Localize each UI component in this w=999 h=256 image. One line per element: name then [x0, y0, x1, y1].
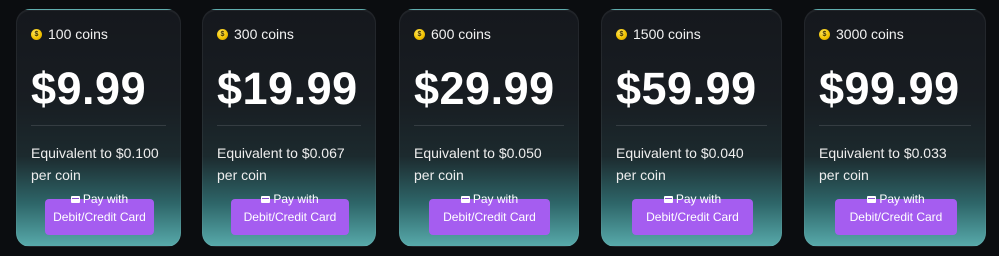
divider	[616, 125, 767, 126]
divider	[31, 125, 166, 126]
coins-label: 600 coins	[431, 26, 491, 42]
plan-price: $29.99	[414, 63, 555, 114]
credit-card-icon	[867, 196, 877, 203]
pay-with-card-button[interactable]: Pay with Debit/Credit Card	[45, 192, 154, 235]
coins-amount: $ 3000 coins	[819, 26, 904, 42]
per-coin-equivalent: Equivalent to $0.050 per coin	[414, 145, 542, 183]
credit-card-icon	[261, 196, 271, 203]
credit-card-icon	[70, 196, 80, 203]
divider	[414, 125, 564, 126]
pay-with-card-button[interactable]: Pay with Debit/Credit Card	[835, 192, 957, 235]
plan-price: $59.99	[616, 63, 757, 114]
pay-button-label: Pay with Debit/Credit Card	[443, 192, 536, 224]
plan-card-300-coins: $ 300 coins $19.99 Equivalent to $0.067 …	[202, 9, 376, 247]
per-coin-equivalent: Equivalent to $0.040 per coin	[616, 145, 744, 183]
coins-amount: $ 1500 coins	[616, 26, 701, 42]
plan-card-1500-coins: $ 1500 coins $59.99 Equivalent to $0.040…	[601, 9, 782, 247]
coin-icon: $	[217, 28, 228, 40]
pay-button-label: Pay with Debit/Credit Card	[849, 192, 943, 224]
per-coin-equivalent: Equivalent to $0.067 per coin	[217, 145, 345, 183]
coins-label: 1500 coins	[633, 26, 701, 42]
plan-card-100-coins: $ 100 coins $9.99 Equivalent to $0.100 p…	[16, 9, 181, 247]
coins-label: 3000 coins	[836, 26, 904, 42]
divider	[217, 125, 361, 126]
coins-label: 300 coins	[234, 26, 294, 42]
coins-amount: $ 600 coins	[414, 26, 491, 42]
pay-with-card-button[interactable]: Pay with Debit/Credit Card	[429, 192, 550, 235]
credit-card-icon	[460, 196, 470, 203]
coin-icon: $	[616, 28, 627, 40]
pricing-plans: $ 100 coins $9.99 Equivalent to $0.100 p…	[0, 0, 999, 256]
per-coin-equivalent: Equivalent to $0.033 per coin	[819, 145, 947, 183]
plan-card-600-coins: $ 600 coins $29.99 Equivalent to $0.050 …	[399, 9, 579, 247]
coins-label: 100 coins	[48, 26, 108, 42]
pay-with-card-button[interactable]: Pay with Debit/Credit Card	[231, 192, 349, 235]
plan-price: $19.99	[217, 63, 358, 114]
pay-button-label: Pay with Debit/Credit Card	[243, 192, 337, 224]
per-coin-equivalent: Equivalent to $0.100 per coin	[31, 145, 159, 183]
divider	[819, 125, 971, 126]
pay-with-card-button[interactable]: Pay with Debit/Credit Card	[632, 192, 753, 235]
coin-icon: $	[819, 28, 830, 40]
coins-amount: $ 100 coins	[31, 26, 108, 42]
plan-price: $9.99	[31, 63, 147, 114]
plan-price: $99.99	[819, 63, 960, 114]
coin-icon: $	[31, 28, 42, 40]
coins-amount: $ 300 coins	[217, 26, 294, 42]
pay-button-label: Pay with Debit/Credit Card	[53, 192, 146, 224]
credit-card-icon	[663, 196, 673, 203]
pay-button-label: Pay with Debit/Credit Card	[646, 192, 739, 224]
plan-card-3000-coins: $ 3000 coins $99.99 Equivalent to $0.033…	[804, 9, 986, 247]
coin-icon: $	[414, 28, 425, 40]
